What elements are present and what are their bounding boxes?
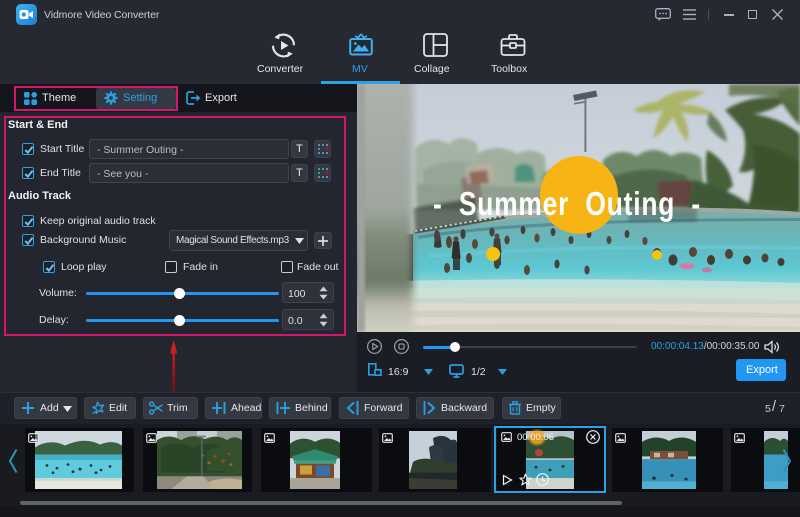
svg-text:- Summer Outing -: - Summer Outing - (433, 185, 701, 222)
